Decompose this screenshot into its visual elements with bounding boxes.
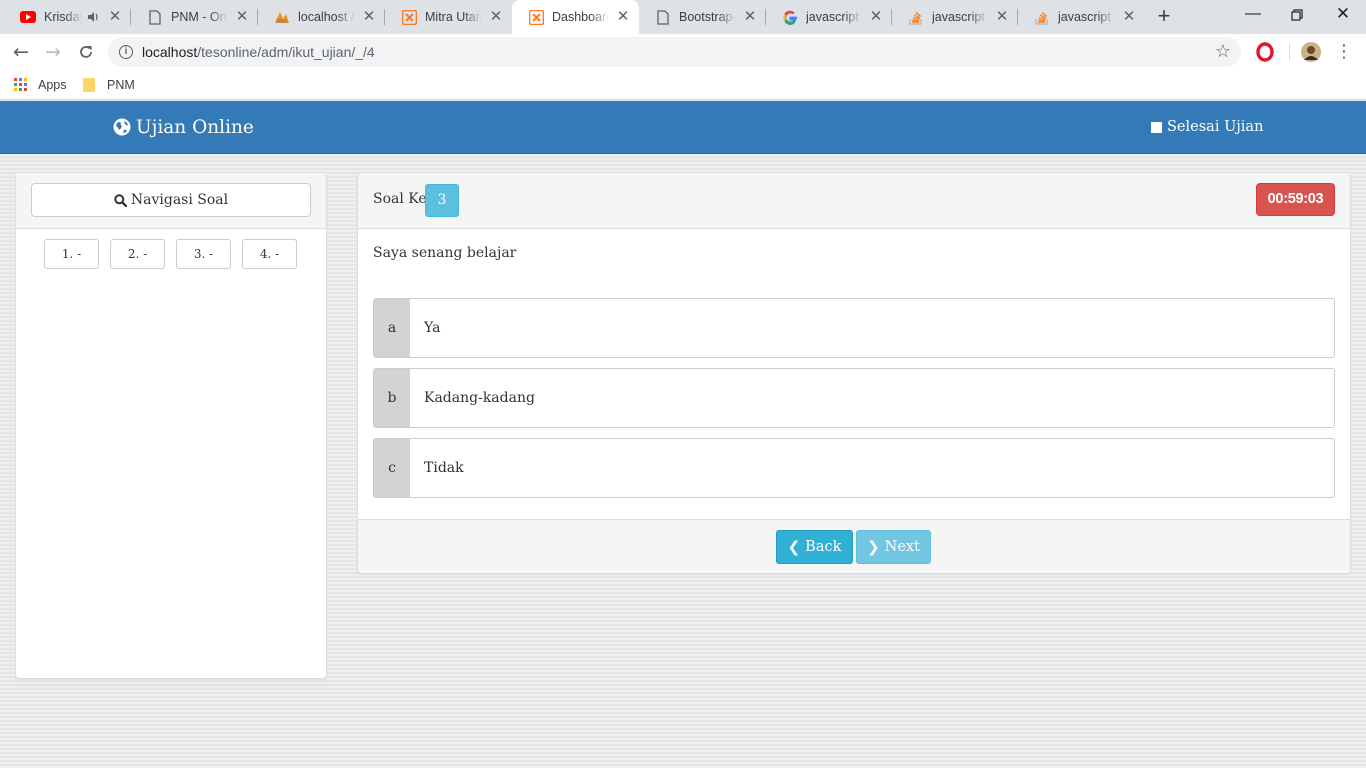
brand-link[interactable]: Ujian Online: [113, 114, 254, 140]
question-nav-item[interactable]: 3. -: [176, 239, 231, 269]
globe-icon: [113, 118, 131, 136]
browser-toolbar: ← → i localhost/tesonline/adm/ikut_ujian…: [0, 34, 1366, 70]
tab-close-icon[interactable]: ✕: [361, 9, 377, 25]
option-text: Kadang-kadang: [424, 390, 535, 406]
bookmark-label: Apps: [38, 78, 67, 92]
question-text: Saya senang belajar: [373, 245, 517, 261]
answer-option-a[interactable]: a Ya: [373, 298, 1335, 358]
url-text[interactable]: localhost/tesonline/adm/ikut_ujian/_/4: [142, 37, 375, 67]
countdown-timer: 00:59:03: [1256, 183, 1335, 216]
youtube-icon: [20, 9, 36, 25]
option-key: b: [374, 369, 410, 427]
next-button[interactable]: ❯ Next: [856, 530, 931, 564]
finish-exam-button[interactable]: Selesai Ujian: [1151, 116, 1263, 138]
google-icon: [782, 9, 798, 25]
browser-tab[interactable]: javascript - ✕: [892, 0, 1018, 34]
search-icon: [114, 193, 127, 207]
apps-grid-icon: [14, 78, 28, 92]
xampp-icon: [528, 9, 544, 25]
browser-tab[interactable]: Krisday ✕: [4, 0, 131, 34]
answer-option-c[interactable]: c Tidak: [373, 438, 1335, 498]
browser-tab[interactable]: PNM - Onli ✕: [131, 0, 258, 34]
tab-close-icon[interactable]: ✕: [742, 9, 758, 25]
tab-strip: Krisday ✕ PNM - Onli ✕ PMA localhost / ✕…: [0, 0, 1366, 34]
navigation-button-label: Navigasi Soal: [130, 192, 229, 208]
window-close-icon[interactable]: ✕: [1320, 0, 1366, 30]
site-info-icon[interactable]: i: [119, 45, 133, 59]
minimize-icon[interactable]: —: [1230, 0, 1276, 30]
opera-extension-icon[interactable]: [1255, 42, 1275, 62]
tab-close-icon[interactable]: ✕: [868, 9, 884, 25]
stackoverflow-icon: [1034, 9, 1050, 25]
forward-arrow-icon[interactable]: →: [40, 39, 66, 65]
question-number-badge: 3: [425, 184, 459, 217]
question-panel-footer: ❮ Back ❯ Next: [358, 519, 1350, 573]
browser-tab-active[interactable]: Dashboard ✕: [512, 0, 639, 34]
stop-square-icon: [1151, 121, 1162, 133]
question-nav-item[interactable]: 4. -: [242, 239, 297, 269]
page-icon: [147, 9, 163, 25]
folder-icon: [83, 78, 97, 92]
bookmarks-bar: Apps PNM: [0, 70, 1366, 100]
question-number-label: Soal Ke: [373, 191, 427, 207]
question-nav-item[interactable]: 2. -: [110, 239, 165, 269]
browser-tab[interactable]: PMA localhost / ✕: [258, 0, 385, 34]
svg-text:PMA: PMA: [276, 19, 287, 24]
browser-tab[interactable]: javascript - ✕: [1018, 0, 1145, 34]
page-content: Ujian Online Selesai Ujian Navigasi Soal…: [0, 101, 1366, 768]
navigation-panel-header: Navigasi Soal: [16, 173, 326, 229]
question-navigation-panel: Navigasi Soal 1. - 2. - 3. - 4. -: [15, 172, 327, 679]
chevron-right-icon: ❯: [867, 538, 880, 556]
reload-icon[interactable]: [73, 39, 99, 65]
answer-option-b[interactable]: b Kadang-kadang: [373, 368, 1335, 428]
new-tab-plus-icon[interactable]: +: [1152, 5, 1176, 29]
phpmyadmin-icon: PMA: [274, 9, 290, 25]
tab-close-icon[interactable]: ✕: [488, 9, 504, 25]
bookmark-star-icon[interactable]: ☆: [1215, 37, 1231, 67]
address-bar[interactable]: i localhost/tesonline/adm/ikut_ujian/_/4…: [108, 37, 1241, 67]
next-button-label: Next: [884, 539, 920, 555]
tab-close-icon[interactable]: ✕: [107, 9, 123, 25]
tab-close-icon[interactable]: ✕: [994, 9, 1010, 25]
restore-icon[interactable]: [1274, 0, 1320, 30]
question-panel-header: Soal Ke 3 00:59:03: [358, 173, 1350, 229]
speaker-icon[interactable]: [87, 11, 101, 23]
bookmark-pnm[interactable]: PNM: [83, 76, 135, 94]
browser-tab[interactable]: javascript a ✕: [766, 0, 892, 34]
tab-close-icon[interactable]: ✕: [1121, 9, 1137, 25]
brand-title: Ujian Online: [136, 116, 254, 138]
page-icon: [655, 9, 671, 25]
tab-close-icon[interactable]: ✕: [234, 9, 250, 25]
bookmark-apps[interactable]: Apps: [14, 76, 67, 94]
finish-exam-label: Selesai Ujian: [1167, 119, 1264, 135]
option-text: Ya: [424, 320, 441, 336]
back-button[interactable]: ❮ Back: [776, 530, 853, 564]
back-arrow-icon[interactable]: ←: [8, 39, 34, 65]
option-text: Tidak: [424, 460, 464, 476]
browser-tab[interactable]: Mitra Utam ✕: [385, 0, 512, 34]
question-navigation-button[interactable]: Navigasi Soal: [31, 183, 311, 217]
option-key: a: [374, 299, 410, 357]
question-nav-item[interactable]: 1. -: [44, 239, 99, 269]
back-button-label: Back: [805, 539, 842, 555]
menu-kebab-icon[interactable]: ⋮: [1331, 39, 1357, 65]
chevron-left-icon: ❮: [787, 538, 801, 556]
tab-close-icon[interactable]: ✕: [615, 9, 631, 25]
bookmark-label: PNM: [107, 78, 135, 92]
option-key: c: [374, 439, 410, 497]
top-navbar: Ujian Online Selesai Ujian: [0, 101, 1366, 154]
profile-avatar[interactable]: [1301, 42, 1321, 62]
stackoverflow-icon: [908, 9, 924, 25]
question-panel: Soal Ke 3 00:59:03 Saya senang belajar a…: [357, 172, 1351, 574]
browser-tab[interactable]: Bootstrap-n ✕: [639, 0, 766, 34]
xampp-icon: [401, 9, 417, 25]
